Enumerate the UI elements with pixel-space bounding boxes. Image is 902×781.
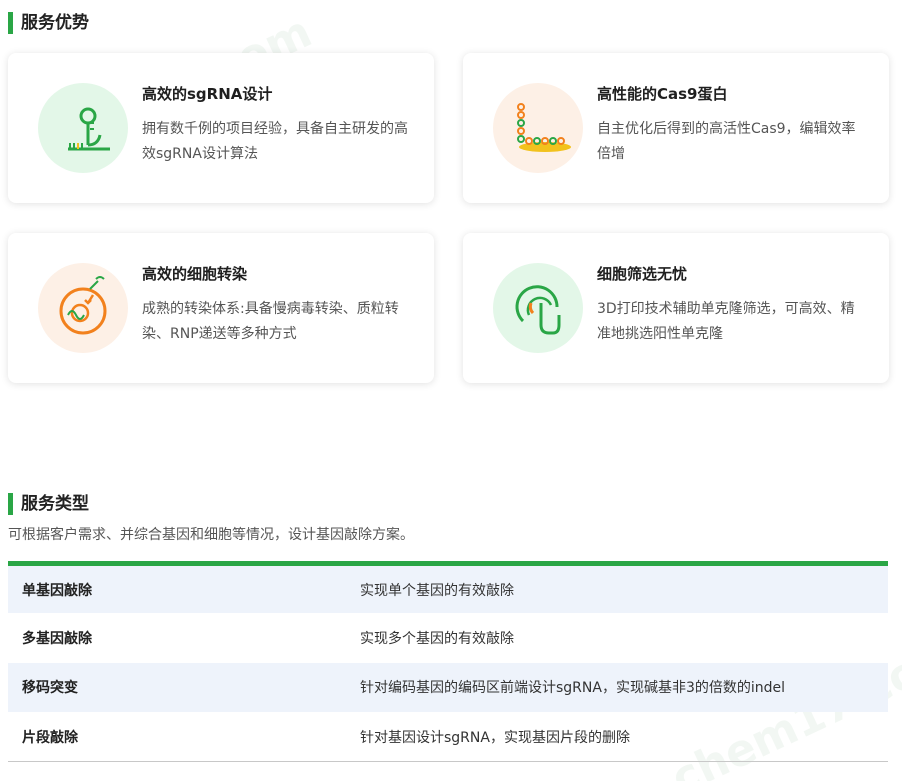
sgrna-icon <box>38 83 128 173</box>
advantage-card-cas9: 高性能的Cas9蛋白 自主优化后得到的高活性Cas9，编辑效率倍增 <box>463 53 889 203</box>
section-title-advantages: 服务优势 <box>8 12 89 34</box>
card-description: 3D打印技术辅助单克隆筛选，可高效、精准地挑选阳性单克隆 <box>597 301 855 342</box>
table-row: 单基因敲除 实现单个基因的有效敲除 <box>8 563 888 613</box>
service-types-table: 单基因敲除 实现单个基因的有效敲除 多基因敲除 实现多个基因的有效敲除 移码突变… <box>8 561 888 762</box>
card-title: 细胞筛选无忧 <box>597 265 688 283</box>
service-name: 多基因敲除 <box>22 630 92 647</box>
service-name: 片段敲除 <box>8 712 360 762</box>
table-row: 片段敲除 针对基因设计sgRNA，实现基因片段的删除 <box>8 712 888 762</box>
advantage-card-transfection: 高效的细胞转染 成熟的转染体系:具备慢病毒转染、质粒转染、RNP递送等多种方式 <box>8 233 434 383</box>
section-title-types: 服务类型 <box>8 493 89 515</box>
section-subtitle: 可根据客户需求、并综合基因和细胞等情况，设计基因敲除方案。 <box>8 527 414 543</box>
card-title: 高效的细胞转染 <box>142 265 248 283</box>
advantage-card-screening: 细胞筛选无忧 3D打印技术辅助单克隆筛选，可高效、精准地挑选阳性单克隆 <box>463 233 889 383</box>
table-row: 移码突变 针对编码基因的编码区前端设计sgRNA，实现碱基非3的倍数的indel <box>8 662 888 712</box>
card-description: 成熟的转染体系:具备慢病毒转染、质粒转染、RNP递送等多种方式 <box>142 301 399 342</box>
cell-transfection-icon <box>38 263 128 353</box>
card-title: 高效的sgRNA设计 <box>142 85 273 103</box>
card-description: 拥有数千例的项目经验，具备自主研发的高效sgRNA设计算法 <box>142 121 408 162</box>
service-name: 移码突变 <box>8 662 360 712</box>
service-desc: 针对编码基因的编码区前端设计sgRNA，实现碱基非3的倍数的indel <box>360 662 888 712</box>
card-title: 高性能的Cas9蛋白 <box>597 85 728 103</box>
service-desc: 针对基因设计sgRNA，实现基因片段的删除 <box>360 712 888 762</box>
table-row: 多基因敲除 实现多个基因的有效敲除 <box>8 613 888 663</box>
cell-screening-icon <box>493 263 583 353</box>
card-description: 自主优化后得到的高活性Cas9，编辑效率倍增 <box>597 121 856 162</box>
advantage-card-sgrna: 高效的sgRNA设计 拥有数千例的项目经验，具备自主研发的高效sgRNA设计算法 <box>8 53 434 203</box>
service-desc: 实现单个基因的有效敲除 <box>360 563 888 613</box>
cas9-protein-icon <box>493 83 583 173</box>
service-desc: 实现多个基因的有效敲除 <box>360 630 514 647</box>
service-name: 单基因敲除 <box>8 563 360 613</box>
